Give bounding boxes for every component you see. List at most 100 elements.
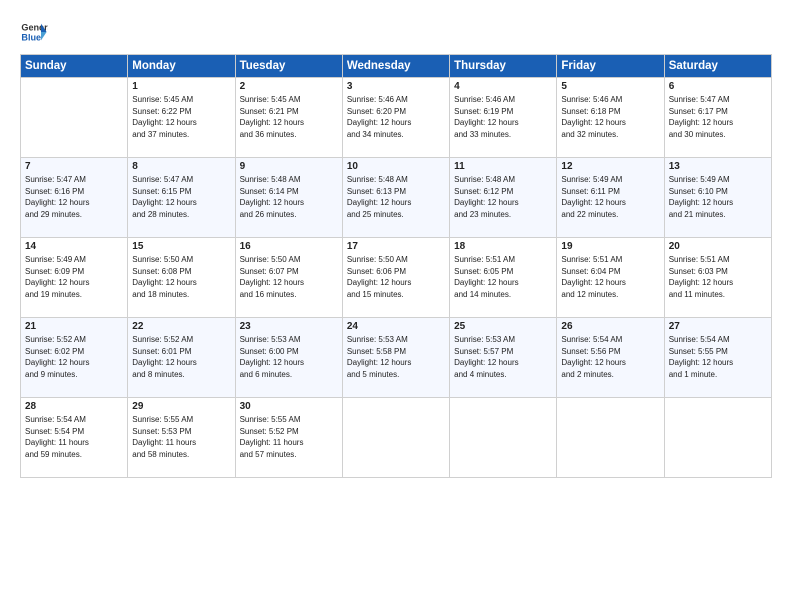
day-number: 30 xyxy=(240,401,338,412)
calendar-cell: 7Sunrise: 5:47 AM Sunset: 6:16 PM Daylig… xyxy=(21,158,128,238)
column-header-wednesday: Wednesday xyxy=(342,55,449,78)
calendar-cell: 28 Sunrise: 5:54 AM Sunset: 5:54 PM Dayli… xyxy=(21,398,128,478)
day-info: Sunrise: 5:50 AM Sunset: 6:06 PM Dayligh… xyxy=(347,254,445,300)
calendar-cell: 29Sunrise: 5:55 AM Sunset: 5:53 PM Dayli… xyxy=(128,398,235,478)
day-number: 17 xyxy=(347,241,445,252)
calendar-cell: 5 Sunrise: 5:46 AM Sunset: 6:18 PM Daylig… xyxy=(557,78,664,158)
calendar-cell xyxy=(21,78,128,158)
column-header-monday: Monday xyxy=(128,55,235,78)
day-info: Sunrise: 5:51 AM Sunset: 6:04 PM Dayligh… xyxy=(561,254,659,300)
day-info: Sunrise: 5:50 AM Sunset: 6:07 PM Dayligh… xyxy=(240,254,338,300)
day-info: Sunrise: 5:47 AM Sunset: 6:15 PM Dayligh… xyxy=(132,174,230,220)
calendar-cell: 2Sunrise: 5:45 AM Sunset: 6:21 PM Daylig… xyxy=(235,78,342,158)
calendar-cell: 1 Sunrise: 5:45 AM Sunset: 6:22 PM Daylig… xyxy=(128,78,235,158)
calendar-cell: 3Sunrise: 5:46 AM Sunset: 6:20 PM Daylig… xyxy=(342,78,449,158)
calendar-cell: 16 Sunrise: 5:50 AM Sunset: 6:07 PM Dayli… xyxy=(235,238,342,318)
day-info: Sunrise: 5:49 AM Sunset: 6:10 PM Dayligh… xyxy=(669,174,767,220)
day-number: 10 xyxy=(347,161,445,172)
day-number: 9 xyxy=(240,161,338,172)
calendar-cell: 14 Sunrise: 5:49 AM Sunset: 6:09 PM Dayli… xyxy=(21,238,128,318)
calendar-cell: 6 Sunrise: 5:47 AM Sunset: 6:17 PM Daylig… xyxy=(664,78,771,158)
calendar-cell: 11 Sunrise: 5:48 AM Sunset: 6:12 PM Dayli… xyxy=(450,158,557,238)
calendar-cell: 17 Sunrise: 5:50 AM Sunset: 6:06 PM Dayli… xyxy=(342,238,449,318)
day-info: Sunrise: 5:53 AM Sunset: 5:57 PM Dayligh… xyxy=(454,334,552,380)
day-info: Sunrise: 5:45 AM Sunset: 6:22 PM Dayligh… xyxy=(132,94,230,140)
day-info: Sunrise: 5:50 AM Sunset: 6:08 PM Dayligh… xyxy=(132,254,230,300)
day-number: 15 xyxy=(132,241,230,252)
day-info: Sunrise: 5:49 AM Sunset: 6:09 PM Dayligh… xyxy=(25,254,123,300)
calendar-cell xyxy=(342,398,449,478)
column-header-saturday: Saturday xyxy=(664,55,771,78)
day-number: 7 xyxy=(25,161,123,172)
week-row-1: 1 Sunrise: 5:45 AM Sunset: 6:22 PM Daylig… xyxy=(21,78,772,158)
day-info: Sunrise: 5:46 AM Sunset: 6:18 PM Dayligh… xyxy=(561,94,659,140)
calendar-cell: 21Sunrise: 5:52 AM Sunset: 6:02 PM Dayli… xyxy=(21,318,128,398)
day-number: 19 xyxy=(561,241,659,252)
calendar-cell: 13 Sunrise: 5:49 AM Sunset: 6:10 PM Dayli… xyxy=(664,158,771,238)
calendar-cell: 12 Sunrise: 5:49 AM Sunset: 6:11 PM Dayli… xyxy=(557,158,664,238)
day-number: 14 xyxy=(25,241,123,252)
day-number: 8 xyxy=(132,161,230,172)
calendar-cell: 20 Sunrise: 5:51 AM Sunset: 6:03 PM Dayli… xyxy=(664,238,771,318)
header: General Blue xyxy=(20,18,772,46)
calendar-cell: 19 Sunrise: 5:51 AM Sunset: 6:04 PM Dayli… xyxy=(557,238,664,318)
day-number: 29 xyxy=(132,401,230,412)
day-info: Sunrise: 5:47 AM Sunset: 6:17 PM Dayligh… xyxy=(669,94,767,140)
calendar-table: SundayMondayTuesdayWednesdayThursdayFrid… xyxy=(20,54,772,478)
day-number: 6 xyxy=(669,81,767,92)
day-number: 12 xyxy=(561,161,659,172)
calendar-cell xyxy=(664,398,771,478)
day-info: Sunrise: 5:48 AM Sunset: 6:13 PM Dayligh… xyxy=(347,174,445,220)
calendar-page: General Blue SundayMondayTuesdayWednesda… xyxy=(0,0,792,612)
calendar-cell: 23Sunrise: 5:53 AM Sunset: 6:00 PM Dayli… xyxy=(235,318,342,398)
day-number: 13 xyxy=(669,161,767,172)
week-row-2: 7Sunrise: 5:47 AM Sunset: 6:16 PM Daylig… xyxy=(21,158,772,238)
day-info: Sunrise: 5:52 AM Sunset: 6:01 PM Dayligh… xyxy=(132,334,230,380)
calendar-cell: 15 Sunrise: 5:50 AM Sunset: 6:08 PM Dayli… xyxy=(128,238,235,318)
day-info: Sunrise: 5:48 AM Sunset: 6:14 PM Dayligh… xyxy=(240,174,338,220)
calendar-cell: 8 Sunrise: 5:47 AM Sunset: 6:15 PM Daylig… xyxy=(128,158,235,238)
logo: General Blue xyxy=(20,18,48,46)
day-number: 18 xyxy=(454,241,552,252)
calendar-cell xyxy=(450,398,557,478)
day-number: 24 xyxy=(347,321,445,332)
calendar-cell xyxy=(557,398,664,478)
day-info: Sunrise: 5:45 AM Sunset: 6:21 PM Dayligh… xyxy=(240,94,338,140)
day-number: 3 xyxy=(347,81,445,92)
week-row-4: 21Sunrise: 5:52 AM Sunset: 6:02 PM Dayli… xyxy=(21,318,772,398)
column-header-thursday: Thursday xyxy=(450,55,557,78)
svg-text:Blue: Blue xyxy=(21,32,41,42)
calendar-cell: 30 Sunrise: 5:55 AM Sunset: 5:52 PM Dayli… xyxy=(235,398,342,478)
day-number: 21 xyxy=(25,321,123,332)
calendar-cell: 27Sunrise: 5:54 AM Sunset: 5:55 PM Dayli… xyxy=(664,318,771,398)
logo-icon: General Blue xyxy=(20,18,48,46)
calendar-cell: 9 Sunrise: 5:48 AM Sunset: 6:14 PM Daylig… xyxy=(235,158,342,238)
day-info: Sunrise: 5:51 AM Sunset: 6:03 PM Dayligh… xyxy=(669,254,767,300)
day-number: 28 xyxy=(25,401,123,412)
day-info: Sunrise: 5:54 AM Sunset: 5:56 PM Dayligh… xyxy=(561,334,659,380)
day-info: Sunrise: 5:55 AM Sunset: 5:52 PM Dayligh… xyxy=(240,414,338,460)
day-number: 16 xyxy=(240,241,338,252)
day-info: Sunrise: 5:48 AM Sunset: 6:12 PM Dayligh… xyxy=(454,174,552,220)
day-info: Sunrise: 5:53 AM Sunset: 6:00 PM Dayligh… xyxy=(240,334,338,380)
day-number: 20 xyxy=(669,241,767,252)
calendar-cell: 26Sunrise: 5:54 AM Sunset: 5:56 PM Dayli… xyxy=(557,318,664,398)
calendar-cell: 18 Sunrise: 5:51 AM Sunset: 6:05 PM Dayli… xyxy=(450,238,557,318)
day-info: Sunrise: 5:54 AM Sunset: 5:55 PM Dayligh… xyxy=(669,334,767,380)
day-info: Sunrise: 5:53 AM Sunset: 5:58 PM Dayligh… xyxy=(347,334,445,380)
column-header-friday: Friday xyxy=(557,55,664,78)
day-number: 5 xyxy=(561,81,659,92)
day-info: Sunrise: 5:54 AM Sunset: 5:54 PM Dayligh… xyxy=(25,414,123,460)
column-header-sunday: Sunday xyxy=(21,55,128,78)
day-number: 25 xyxy=(454,321,552,332)
day-info: Sunrise: 5:49 AM Sunset: 6:11 PM Dayligh… xyxy=(561,174,659,220)
day-number: 4 xyxy=(454,81,552,92)
day-number: 1 xyxy=(132,81,230,92)
week-row-5: 28 Sunrise: 5:54 AM Sunset: 5:54 PM Dayli… xyxy=(21,398,772,478)
day-info: Sunrise: 5:51 AM Sunset: 6:05 PM Dayligh… xyxy=(454,254,552,300)
day-number: 11 xyxy=(454,161,552,172)
header-row: SundayMondayTuesdayWednesdayThursdayFrid… xyxy=(21,55,772,78)
day-info: Sunrise: 5:46 AM Sunset: 6:19 PM Dayligh… xyxy=(454,94,552,140)
calendar-cell: 24 Sunrise: 5:53 AM Sunset: 5:58 PM Dayli… xyxy=(342,318,449,398)
calendar-cell: 10 Sunrise: 5:48 AM Sunset: 6:13 PM Dayli… xyxy=(342,158,449,238)
